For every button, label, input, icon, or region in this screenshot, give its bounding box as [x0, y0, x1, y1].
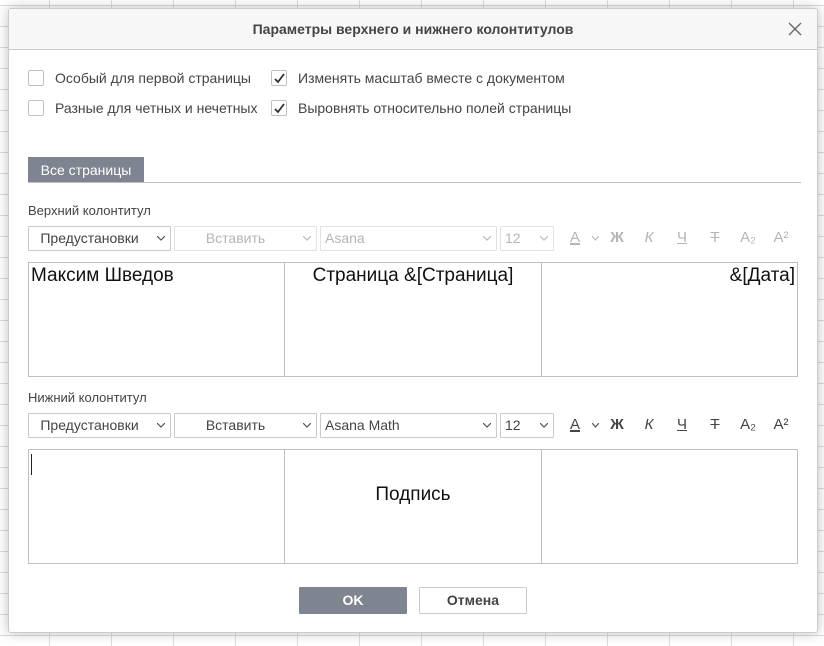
chevron-down-icon: [303, 423, 311, 428]
footer-subscript-button[interactable]: A₂: [738, 414, 758, 436]
footer-center-text: Подпись: [375, 484, 451, 505]
option-align-label: Выровнять относительно полей страницы: [298, 100, 572, 116]
header-italic-button[interactable]: К: [639, 227, 659, 249]
chevron-down-icon: [540, 423, 548, 428]
tab-divider: [28, 182, 801, 183]
cancel-button[interactable]: Отмена: [419, 587, 527, 614]
header-footer-dialog: Параметры верхнего и нижнего колонтитуло…: [8, 8, 818, 633]
footer-font-value: Asana Math: [325, 417, 400, 433]
checkbox-scale-with-document[interactable]: [271, 70, 287, 86]
header-font-value: Asana: [325, 230, 365, 246]
header-bold-button[interactable]: Ж: [607, 227, 627, 249]
header-left-text: Максим Шведов: [31, 265, 174, 286]
header-presets-value: Предустановки: [40, 230, 139, 246]
chevron-down-icon[interactable]: [592, 236, 599, 241]
checkbox-first-page[interactable]: [28, 70, 44, 86]
footer-underline-button[interactable]: Ч: [672, 414, 692, 436]
dialog-titlebar: Параметры верхнего и нижнего колонтитуло…: [9, 9, 817, 50]
footer-center-section[interactable]: Подпись: [285, 450, 542, 563]
option-odd-even-label: Разные для четных и нечетных: [55, 100, 258, 116]
font-color-icon: A: [569, 229, 580, 246]
ok-button[interactable]: OK: [299, 587, 407, 614]
header-strikethrough-button[interactable]: Т: [705, 227, 725, 249]
footer-font-select[interactable]: Asana Math: [320, 413, 497, 438]
header-insert-select[interactable]: Вставить: [174, 226, 317, 251]
close-button[interactable]: [787, 21, 803, 37]
footer-insert-value: Вставить: [205, 417, 266, 433]
header-left-section[interactable]: Максим Шведов: [29, 263, 286, 376]
footer-strikethrough-button[interactable]: Т: [705, 414, 725, 436]
chevron-down-icon: [157, 423, 165, 428]
footer-left-section[interactable]: [29, 450, 286, 563]
text-cursor: [31, 454, 32, 475]
header-center-text: Страница &[Страница]: [312, 265, 514, 286]
header-center-section[interactable]: Страница &[Страница]: [285, 263, 542, 376]
footer-insert-select[interactable]: Вставить: [174, 413, 317, 438]
footer-editor: Подпись: [28, 449, 798, 564]
dialog-title: Параметры верхнего и нижнего колонтитуло…: [252, 21, 574, 37]
header-font-select[interactable]: Asana: [320, 226, 497, 251]
checkmark-icon: [274, 73, 285, 84]
checkbox-align-margins[interactable]: [271, 100, 287, 116]
footer-superscript-button[interactable]: A²: [771, 414, 791, 436]
header-section-label: Верхний колонтитул: [28, 203, 151, 218]
header-superscript-button[interactable]: A²: [771, 227, 791, 249]
header-size-value: 12: [505, 230, 521, 246]
option-odd-even[interactable]: Разные для четных и нечетных: [28, 99, 258, 117]
chevron-down-icon: [483, 423, 491, 428]
font-color-icon: A: [569, 416, 580, 433]
header-presets-select[interactable]: Предустановки: [28, 226, 171, 251]
option-first-page-label: Особый для первой страницы: [55, 70, 251, 86]
footer-presets-select[interactable]: Предустановки: [28, 413, 171, 438]
chevron-down-icon: [540, 236, 548, 241]
footer-presets-value: Предустановки: [40, 417, 139, 433]
option-align-margins[interactable]: Выровнять относительно полей страницы: [271, 99, 571, 117]
header-font-color-button[interactable]: A: [565, 227, 585, 249]
footer-size-select[interactable]: 12: [500, 413, 554, 438]
header-right-text: &[Дата]: [729, 265, 795, 286]
close-icon: [788, 22, 802, 36]
footer-bold-button[interactable]: Ж: [607, 414, 627, 436]
header-underline-button[interactable]: Ч: [672, 227, 692, 249]
chevron-down-icon: [303, 236, 311, 241]
footer-size-value: 12: [505, 417, 521, 433]
header-subscript-button[interactable]: A₂: [738, 227, 758, 249]
chevron-down-icon: [483, 236, 491, 241]
footer-right-section[interactable]: [542, 450, 797, 563]
footer-font-color-button[interactable]: A: [565, 414, 585, 436]
option-scale-with-document[interactable]: Изменять масштаб вместе с документом: [271, 69, 565, 87]
header-insert-value: Вставить: [205, 230, 266, 246]
option-first-page[interactable]: Особый для первой страницы: [28, 69, 251, 87]
footer-italic-button[interactable]: К: [639, 414, 659, 436]
tab-all-pages[interactable]: Все страницы: [28, 157, 144, 183]
header-editor: Максим Шведов Страница &[Страница] &[Дат…: [28, 262, 798, 377]
chevron-down-icon[interactable]: [592, 423, 599, 428]
chevron-down-icon: [157, 236, 165, 241]
option-scale-label: Изменять масштаб вместе с документом: [298, 70, 565, 86]
footer-section-label: Нижний колонтитул: [28, 390, 147, 405]
checkmark-icon: [274, 103, 285, 114]
header-right-section[interactable]: &[Дата]: [542, 263, 797, 376]
checkbox-odd-even[interactable]: [28, 100, 44, 116]
header-size-select[interactable]: 12: [500, 226, 554, 251]
